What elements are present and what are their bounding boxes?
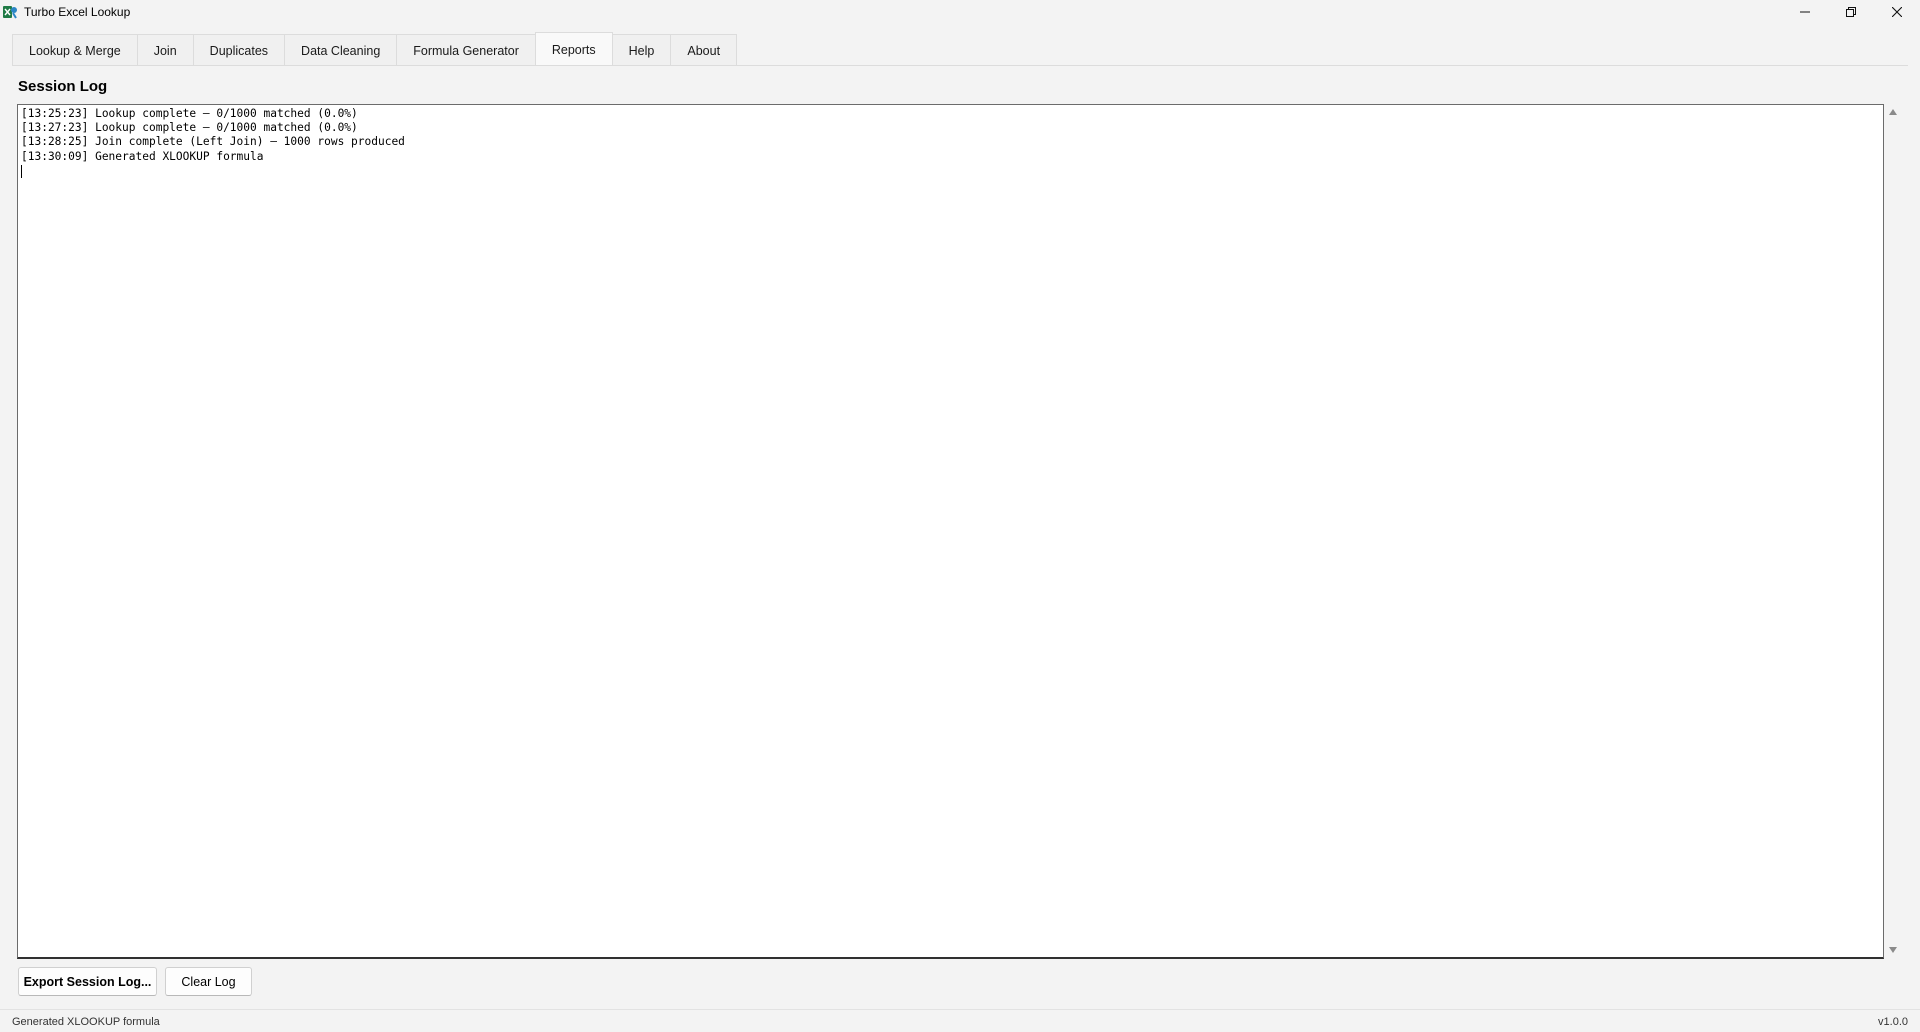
tab-bar: Lookup & Merge Join Duplicates Data Clea… [12, 32, 738, 66]
log-line: [13:28:25] Join complete (Left Join) — 1… [21, 135, 405, 149]
restore-button[interactable] [1828, 0, 1874, 23]
tab-reports[interactable]: Reports [534, 32, 613, 66]
app-icon [2, 4, 18, 20]
window-title: Turbo Excel Lookup [24, 4, 131, 19]
tab-help[interactable]: Help [611, 34, 672, 66]
text-caret [21, 164, 22, 178]
log-line: [13:30:09] Generated XLOOKUP formula [21, 149, 264, 163]
version-label: v1.0.0 [1878, 1016, 1908, 1028]
log-scrollbar[interactable] [1884, 104, 1902, 959]
tab-about[interactable]: About [670, 34, 738, 66]
log-line: [13:25:23] Lookup complete — 0/1000 matc… [21, 107, 358, 120]
restore-icon [1846, 6, 1856, 17]
scroll-down-arrow-icon[interactable] [1889, 947, 1897, 955]
close-icon [1892, 6, 1902, 17]
export-session-log-button[interactable]: Export Session Log... [18, 967, 157, 996]
tab-duplicates[interactable]: Duplicates [192, 34, 286, 66]
scroll-up-arrow-icon[interactable] [1889, 109, 1897, 117]
session-log-textarea[interactable]: [13:25:23] Lookup complete — 0/1000 matc… [17, 104, 1884, 959]
tab-lookup-merge[interactable]: Lookup & Merge [12, 34, 138, 66]
clear-log-button[interactable]: Clear Log [165, 967, 252, 996]
tab-divider [12, 65, 1908, 66]
minimize-icon [1800, 11, 1810, 12]
tab-formula-generator[interactable]: Formula Generator [396, 34, 536, 66]
close-button[interactable] [1874, 0, 1920, 23]
log-line: [13:27:23] Lookup complete — 0/1000 matc… [21, 121, 358, 135]
status-bar: Generated XLOOKUP formula v1.0.0 [0, 1009, 1920, 1032]
section-title: Session Log [18, 78, 108, 95]
title-bar: Turbo Excel Lookup [0, 0, 1920, 23]
status-message: Generated XLOOKUP formula [12, 1016, 160, 1028]
tab-data-cleaning[interactable]: Data Cleaning [284, 34, 398, 66]
minimize-button[interactable] [1782, 0, 1828, 23]
tab-join[interactable]: Join [136, 34, 194, 66]
